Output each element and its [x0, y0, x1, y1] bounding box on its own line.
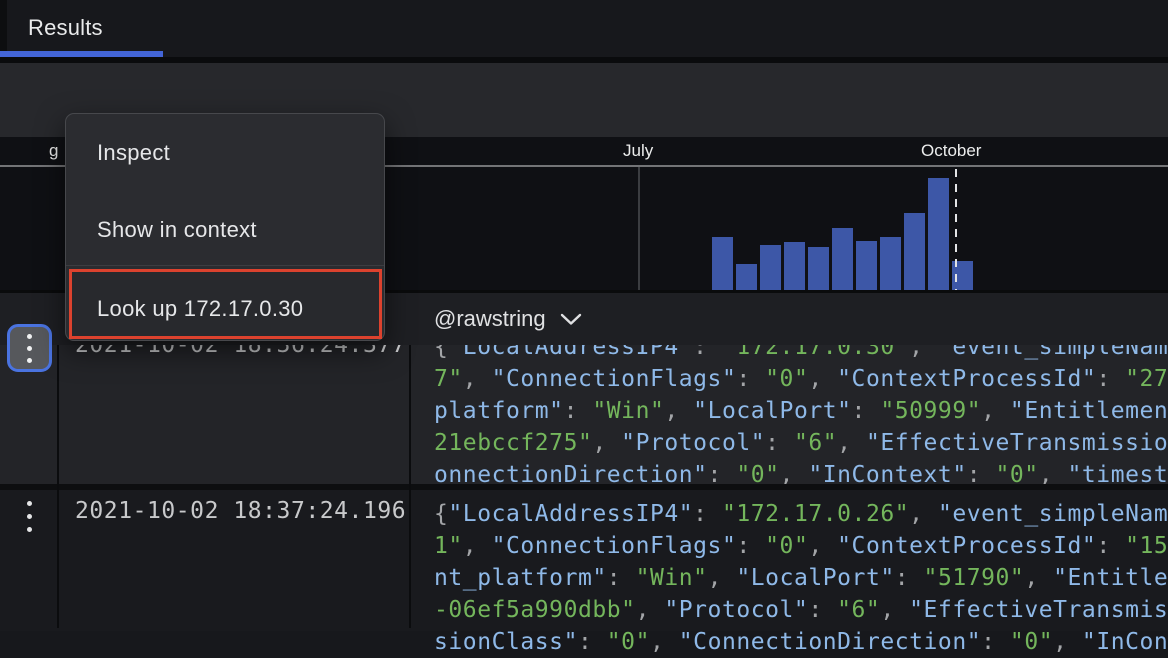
results-table: 2021-10-02 18:36:24.377 {"LocalAddressIP… [0, 293, 1168, 628]
tab-bar: Results [0, 0, 1168, 63]
row-divider [0, 484, 1168, 490]
menu-divider [66, 265, 384, 266]
gridline-july [638, 167, 640, 290]
histogram-bar [856, 241, 877, 290]
axis-label-july: July [623, 141, 653, 161]
lookup-highlight-ring: Look up 172.17.0.30 [69, 269, 382, 339]
histogram-bar [784, 242, 805, 290]
histogram-bar [712, 237, 733, 290]
column-header-rawstring[interactable]: @rawstring [434, 293, 582, 345]
histogram-bar [736, 264, 757, 290]
kebab-icon [27, 334, 32, 363]
kebab-icon [27, 501, 32, 532]
table-row[interactable]: 2021-10-02 18:36:24.377 {"LocalAddressIP… [0, 330, 1168, 484]
histogram-bar [904, 213, 925, 290]
histogram-bar [808, 247, 829, 290]
context-menu: Inspect Show in context Look up 172.17.0… [65, 113, 385, 341]
table-row[interactable]: 2021-10-02 18:37:24.196 {"LocalAddressIP… [0, 490, 1168, 631]
timestamp-cell: 2021-10-02 18:37:24.196 [75, 498, 406, 524]
histogram-bar [928, 178, 949, 290]
menu-item-inspect[interactable]: Inspect [97, 140, 170, 166]
window-edge [0, 0, 7, 51]
menu-item-lookup[interactable]: Look up 172.17.0.30 [72, 272, 379, 322]
histogram-bar [760, 245, 781, 290]
time-cursor-line [955, 169, 957, 290]
histogram-bar [832, 228, 853, 290]
menu-item-show-in-context[interactable]: Show in context [97, 217, 257, 243]
histogram-bar [880, 237, 901, 290]
rawstring-header-label: @rawstring [434, 306, 546, 332]
rawstring-cell: {"LocalAddressIP4": "172.17.0.26", "even… [434, 498, 1168, 658]
row-actions-button[interactable] [21, 496, 37, 536]
partial-axis-label: g [49, 141, 58, 161]
rawstring-cell: {"LocalAddressIP4": "172.17.0.30", "even… [434, 331, 1168, 491]
axis-label-october: October [921, 141, 981, 161]
chevron-down-icon[interactable] [560, 313, 582, 326]
tab-results[interactable]: Results [28, 15, 103, 41]
row-actions-button[interactable] [7, 324, 52, 372]
